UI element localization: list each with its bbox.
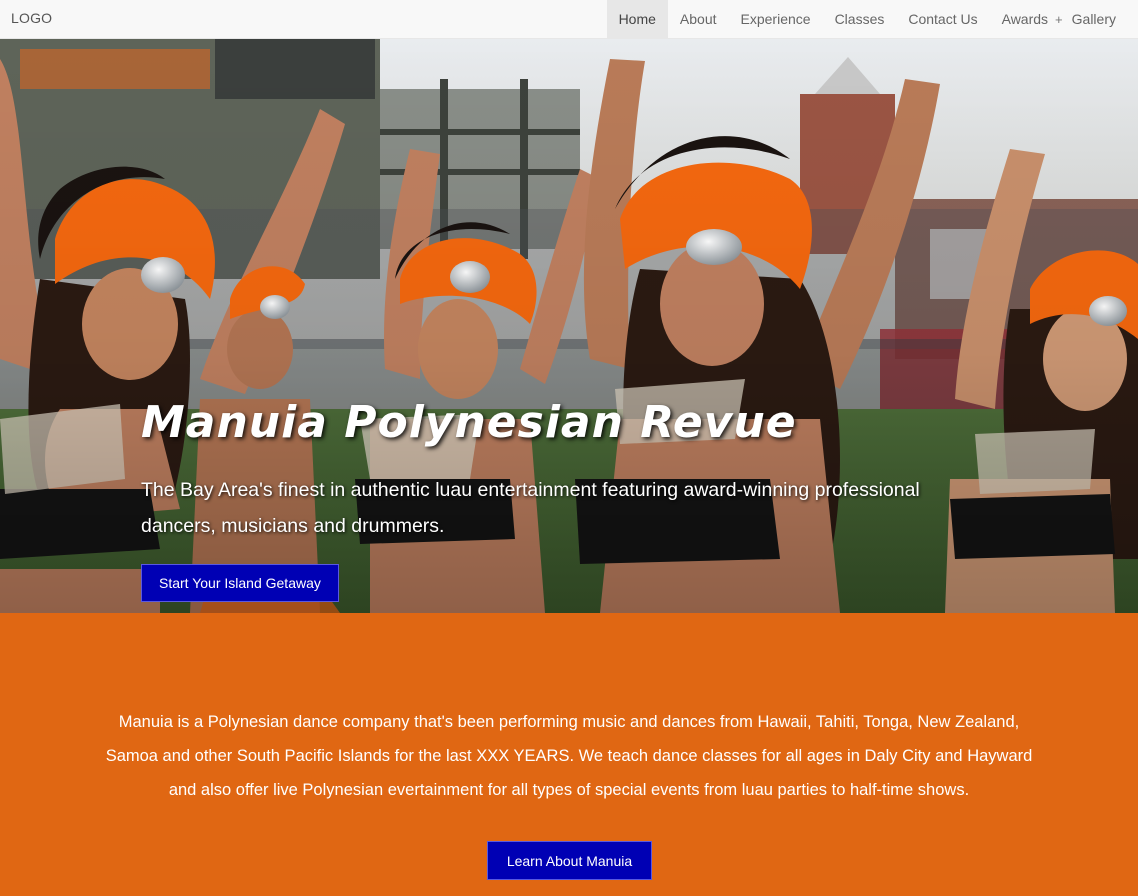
nav-item-home[interactable]: Home (606, 0, 668, 38)
plus-icon: + (1055, 11, 1063, 27)
learn-about-manuia-button[interactable]: Learn About Manuia (487, 841, 652, 880)
about-text: Manuia is a Polynesian dance company tha… (105, 713, 1033, 799)
hero-title: Manuia Polynesian Revue (141, 397, 797, 448)
about-section: Manuia is a Polynesian dance company tha… (0, 613, 1138, 896)
nav-item-awards-label: Awards (1001, 11, 1049, 27)
main-nav: Home About Experience Classes Contact Us… (606, 0, 1128, 38)
nav-item-awards[interactable]: Awards (990, 0, 1048, 38)
start-island-getaway-button[interactable]: Start Your Island Getaway (141, 564, 339, 602)
nav-item-classes[interactable]: Classes (823, 0, 897, 38)
nav-item-contact-us[interactable]: Contact Us (896, 0, 989, 38)
hero-tagline: The Bay Area's finest in authentic luau … (141, 479, 920, 537)
nav-item-gallery[interactable]: + Gallery (1048, 0, 1128, 38)
logo[interactable]: LOGO (11, 10, 52, 26)
top-navbar: LOGO Home About Experience Classes Conta… (0, 0, 1138, 39)
nav-item-gallery-label: Gallery (1071, 11, 1116, 27)
nav-item-experience[interactable]: Experience (729, 0, 823, 38)
hero-section: Manuia Polynesian Revue The Bay Area's f… (0, 39, 1138, 613)
nav-item-about[interactable]: About (668, 0, 729, 38)
